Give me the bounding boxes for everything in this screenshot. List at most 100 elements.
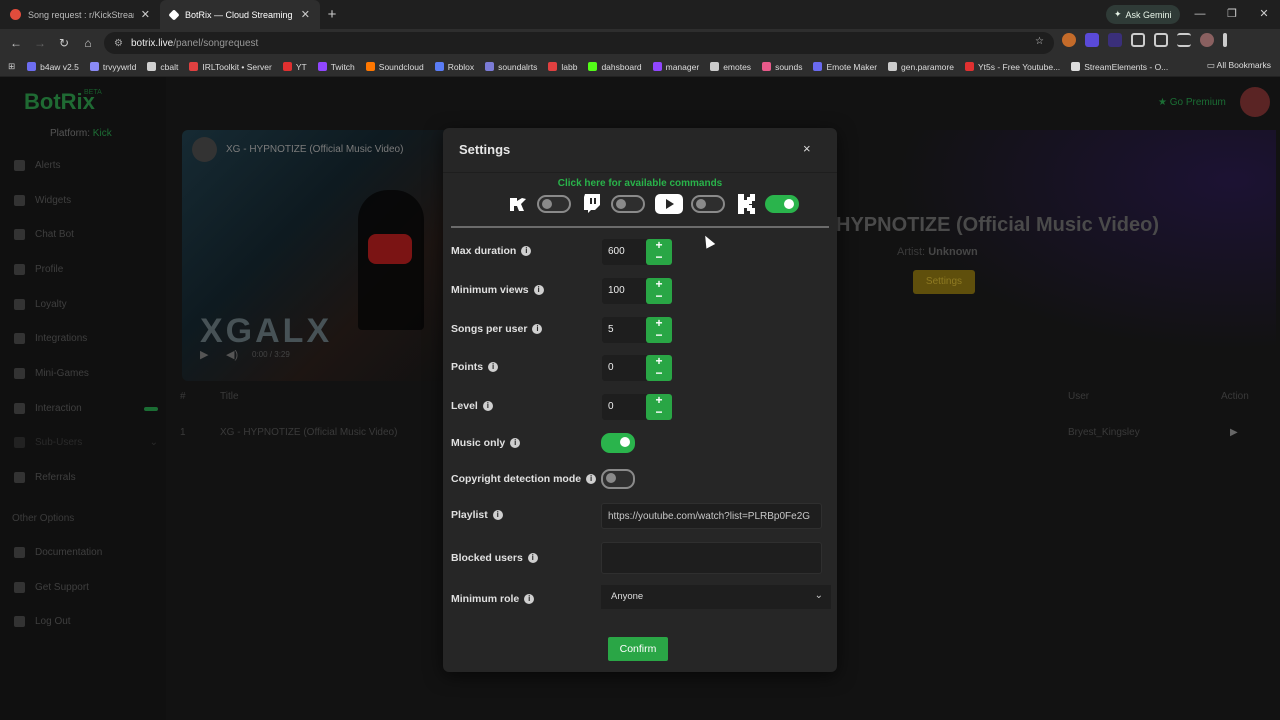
restore-icon[interactable]: ❐ xyxy=(1216,0,1248,29)
sidebar-item-interaction[interactable]: Interaction xyxy=(14,403,164,414)
menu-lines-icon[interactable] xyxy=(1177,33,1191,47)
bookmark-item[interactable]: b4aw v2.5 xyxy=(27,62,79,72)
info-icon[interactable]: i xyxy=(524,594,535,604)
info-icon[interactable]: i xyxy=(482,401,493,411)
close-icon[interactable]: ✕ xyxy=(141,8,150,21)
settings-button[interactable]: Settings xyxy=(913,270,975,294)
bookmark-item[interactable]: emotes xyxy=(710,62,751,72)
bookmark-star-icon[interactable]: ☆ xyxy=(1035,36,1044,47)
apps-grid-icon[interactable]: ⊞ xyxy=(8,61,15,72)
info-icon[interactable]: i xyxy=(527,553,538,563)
kick-toggle[interactable] xyxy=(765,195,799,213)
info-icon[interactable]: i xyxy=(510,438,521,448)
decrement-button[interactable]: − xyxy=(646,251,672,264)
bookmark-item[interactable]: YT xyxy=(282,61,307,72)
video-player[interactable]: XG - HYPNOTIZE (Official Music Video) XG… xyxy=(182,130,450,381)
go-premium-button[interactable]: ★ Go Premium xyxy=(1158,97,1226,108)
kickbot-toggle[interactable] xyxy=(537,195,571,213)
bookmark-item[interactable]: manager xyxy=(652,62,699,72)
bookmark-item[interactable]: IRLToolkit • Server xyxy=(189,62,272,72)
info-icon[interactable]: i xyxy=(492,510,503,520)
tab-botrix[interactable]: BotRix — Cloud Streaming Bot ✕ xyxy=(160,0,320,29)
sidebar-item-get-support[interactable]: Get Support xyxy=(14,582,164,593)
tab-reddit[interactable]: Song request : r/KickStreaming ✕ xyxy=(0,0,160,29)
bookmark-item[interactable]: Twitch xyxy=(317,62,355,72)
sidebar-item-referrals[interactable]: Referrals xyxy=(14,472,164,483)
media-icon[interactable] xyxy=(1154,33,1168,47)
sidebar-item-log-out[interactable]: Log Out xyxy=(14,616,164,627)
sidebar-item-chat-bot[interactable]: Chat Bot xyxy=(14,229,164,240)
bookmark-item[interactable]: cbalt xyxy=(147,62,178,72)
skip-icon[interactable]: ▶ xyxy=(1230,427,1238,438)
bookmark-item[interactable]: gen.paramore xyxy=(888,62,954,72)
kebab-menu-icon[interactable] xyxy=(1223,33,1227,47)
confirm-button[interactable]: Confirm xyxy=(608,637,668,661)
points-input[interactable]: 0 xyxy=(602,355,647,381)
close-icon[interactable]: ✕ xyxy=(301,8,310,21)
decrement-button[interactable]: − xyxy=(646,367,672,380)
decrement-button[interactable]: − xyxy=(646,329,672,342)
sidebar-item-documentation[interactable]: Documentation xyxy=(14,547,164,558)
bookmark-item[interactable]: labb xyxy=(548,62,577,72)
sidebar-item-alerts[interactable]: Alerts xyxy=(14,160,164,171)
bookmark-item[interactable]: StreamElements - O... xyxy=(1071,62,1168,72)
info-icon[interactable]: i xyxy=(521,246,532,256)
sidebar-item-sub-users[interactable]: Sub-Users ⌄ xyxy=(14,437,164,448)
bookmark-item[interactable]: sounds xyxy=(762,62,802,72)
extension-icon[interactable] xyxy=(1108,33,1122,47)
info-icon[interactable]: i xyxy=(488,362,499,372)
min-role-select[interactable]: Anyone ⌄ xyxy=(601,585,831,609)
play-icon[interactable]: ▶ xyxy=(200,348,208,361)
youtube-toggle[interactable] xyxy=(691,195,725,213)
twitch-toggle[interactable] xyxy=(611,195,645,213)
music-only-toggle[interactable] xyxy=(601,433,635,453)
ask-gemini-button[interactable]: ✦ Ask Gemini xyxy=(1106,5,1180,24)
close-icon[interactable]: × xyxy=(803,141,811,156)
info-icon[interactable]: i xyxy=(533,285,544,295)
bookmark-item[interactable]: Yt5s - Free Youtube... xyxy=(964,62,1060,72)
available-commands-link[interactable]: Click here for available commands xyxy=(443,178,837,189)
bookmark-item[interactable]: trvyywrld xyxy=(89,62,136,72)
extension-icon[interactable] xyxy=(1085,33,1099,47)
max-duration-input[interactable]: 600 xyxy=(602,239,647,265)
sidebar-item-profile[interactable]: Profile xyxy=(14,264,164,275)
bookmark-item[interactable]: Soundcloud xyxy=(365,62,424,72)
bookmark-item[interactable]: Roblox xyxy=(434,62,474,72)
site-info-icon[interactable]: ⚙ xyxy=(114,38,123,49)
sidebar-item-label: Alerts xyxy=(35,160,61,171)
sidebar-item-mini-games[interactable]: Mini-Games xyxy=(14,368,164,379)
songs-per-user-input[interactable]: 5 xyxy=(602,317,647,343)
copyright-toggle[interactable] xyxy=(601,469,635,489)
new-tab-button[interactable]: + xyxy=(320,6,344,23)
home-icon[interactable]: ⌂ xyxy=(76,36,100,50)
bookmark-item[interactable]: dahsboard xyxy=(588,62,642,72)
close-window-icon[interactable]: ✕ xyxy=(1248,0,1280,29)
bookmark-item[interactable]: soundalrts xyxy=(485,62,537,72)
url-bar[interactable]: ⚙ botrix.live/panel/songrequest ☆ xyxy=(104,32,1054,54)
forward-icon[interactable]: → xyxy=(28,36,52,50)
sidebar-item-widgets[interactable]: Widgets xyxy=(14,195,164,206)
youtube-play-icon[interactable] xyxy=(368,234,412,264)
avatar[interactable] xyxy=(1240,87,1270,117)
info-icon[interactable]: i xyxy=(586,474,597,484)
min-views-input[interactable]: 100 xyxy=(602,278,647,304)
minimize-icon[interactable]: — xyxy=(1184,0,1216,29)
extension-icon[interactable] xyxy=(1062,33,1076,47)
reload-icon[interactable]: ↻ xyxy=(52,36,76,50)
bookmark-label: YT xyxy=(295,61,307,72)
profile-avatar-icon[interactable] xyxy=(1200,33,1214,47)
playlist-input[interactable]: https://youtube.com/watch?list=PLRBp0Fe2… xyxy=(601,503,822,529)
info-icon[interactable]: i xyxy=(532,324,543,334)
back-icon[interactable]: ← xyxy=(4,36,28,50)
all-bookmarks-button[interactable]: ▭ All Bookmarks xyxy=(1207,60,1271,71)
volume-icon[interactable]: ◀) xyxy=(226,348,238,361)
level-input[interactable]: 0 xyxy=(602,394,647,420)
sidebar-item-integrations[interactable]: Integrations xyxy=(14,333,164,344)
puzzle-icon[interactable] xyxy=(1131,33,1145,47)
bookmark-item[interactable]: Emote Maker xyxy=(813,62,877,72)
bookmark-favicon-icon xyxy=(27,62,37,71)
sidebar-item-loyalty[interactable]: Loyalty xyxy=(14,299,164,310)
decrement-button[interactable]: − xyxy=(646,406,672,419)
decrement-button[interactable]: − xyxy=(646,290,672,303)
blocked-users-input[interactable] xyxy=(601,542,822,574)
